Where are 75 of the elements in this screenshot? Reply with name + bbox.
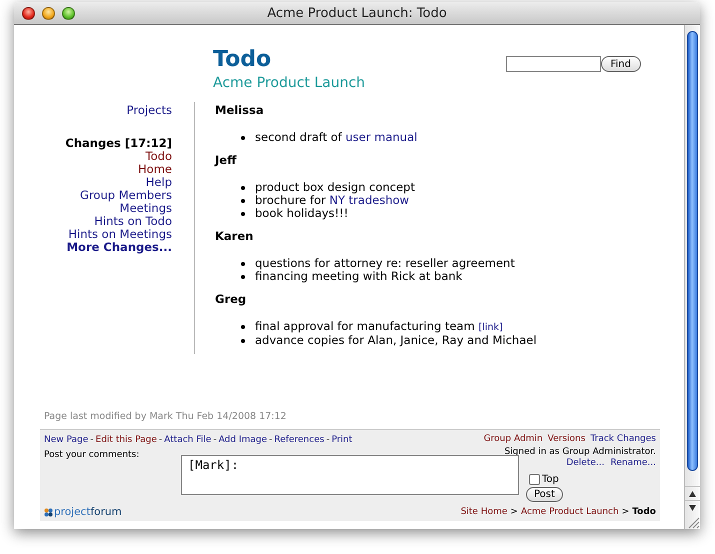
close-button[interactable] (22, 6, 35, 20)
bullet-icon (241, 186, 245, 190)
minimize-button[interactable] (42, 6, 55, 20)
bullet-icon (241, 198, 245, 202)
person-heading: Jeff (215, 154, 238, 167)
changed-page-link[interactable]: Meetings (120, 202, 172, 215)
window-title: Acme Product Launch: Todo (267, 6, 447, 20)
bullet-icon (241, 274, 245, 278)
more-changes-link[interactable]: More Changes... (66, 241, 172, 254)
page-action-link[interactable]: Attach File (164, 435, 212, 445)
breadcrumb-current: Todo (632, 507, 656, 518)
scroll-thumb[interactable] (687, 31, 698, 471)
page-action-link[interactable]: Print (332, 435, 352, 445)
changed-page-link[interactable]: Help (146, 176, 172, 189)
logo-icon (44, 508, 53, 517)
admin-link[interactable]: Group Admin (484, 434, 543, 446)
admin-link[interactable]: Versions (548, 434, 586, 446)
separator: - (326, 435, 330, 445)
separator: - (213, 435, 217, 445)
link[interactable]: NY tradeshow (329, 193, 410, 207)
page-title: Todo (213, 47, 272, 73)
comment-field[interactable]: [Mark]: (181, 455, 519, 495)
logo-text: projectforum (54, 506, 122, 518)
todo-item: book holidays!!! (255, 207, 348, 220)
person-heading: Greg (215, 293, 248, 306)
link[interactable]: [link] (478, 322, 503, 333)
page-action-link[interactable]: New Page (44, 435, 88, 445)
changed-page-link[interactable]: Home (138, 163, 172, 176)
bullet-icon (241, 325, 245, 329)
changed-page-link[interactable]: Group Members (80, 189, 172, 202)
bullet-icon (241, 212, 245, 216)
todo-item: financing meeting with Rick at bank (255, 270, 462, 283)
breadcrumb-link[interactable]: Acme Product Launch (520, 507, 619, 518)
checkbox-label: Top (542, 474, 559, 485)
bullet-icon (241, 136, 245, 140)
down-arrow-icon (689, 504, 696, 510)
comment-label: Post your comments: (44, 450, 140, 462)
bullet-icon (241, 262, 245, 266)
todo-item: final approval for manufacturing team [link] (255, 320, 503, 334)
person-heading: Karen (215, 230, 254, 243)
zoom-button[interactable] (62, 6, 75, 20)
page-action-link[interactable]: References (274, 435, 324, 445)
signed-in-text: Signed in as Group Administrator. (503, 446, 656, 458)
bullet-icon (241, 338, 245, 342)
todo-item: brochure for NY tradeshow (255, 194, 410, 207)
search-field[interactable] (506, 56, 600, 72)
todo-item: advance copies for Alan, Janice, Ray and Michael (255, 334, 537, 347)
todo-item: questions for attorney re: reseller agreement (255, 257, 515, 270)
todo-item: second draft of user manual (255, 131, 418, 144)
person-heading: Melissa (215, 104, 265, 117)
projects-link[interactable]: Projects (126, 104, 172, 117)
page-link[interactable]: Rename... (610, 458, 656, 470)
changes-heading: Changes [17:12] (65, 137, 172, 150)
page-action-link[interactable]: Add Image (218, 435, 268, 445)
page-subtitle: Acme Product Launch (213, 75, 366, 91)
last-modified-text: Page last modified by Mark Thu Feb 14/2008 17:12 (44, 411, 288, 422)
separator: - (269, 435, 272, 445)
link[interactable]: user manual (346, 130, 418, 144)
separator: - (158, 435, 162, 445)
breadcrumb-separator: > (510, 507, 518, 518)
todo-item: product box design concept (255, 181, 415, 194)
find-button[interactable]: Find (600, 56, 641, 72)
admin-link[interactable]: Track Changes (590, 434, 656, 446)
scroll-up-button[interactable] (685, 486, 700, 500)
changed-page-link[interactable]: Hints on Meetings (68, 228, 172, 241)
breadcrumb-separator: > (622, 507, 630, 518)
changed-page-link[interactable]: Todo (146, 150, 172, 163)
page-link[interactable]: Delete... (566, 458, 604, 470)
breadcrumb-link[interactable]: Site Home (460, 507, 508, 518)
post-button[interactable]: Post (526, 487, 563, 502)
up-arrow-icon (689, 490, 696, 496)
page-action-link[interactable]: Edit this Page (96, 435, 157, 445)
changed-page-link[interactable]: Hints on Todo (94, 215, 172, 228)
top-checkbox[interactable] (529, 474, 540, 485)
separator: - (90, 435, 94, 445)
